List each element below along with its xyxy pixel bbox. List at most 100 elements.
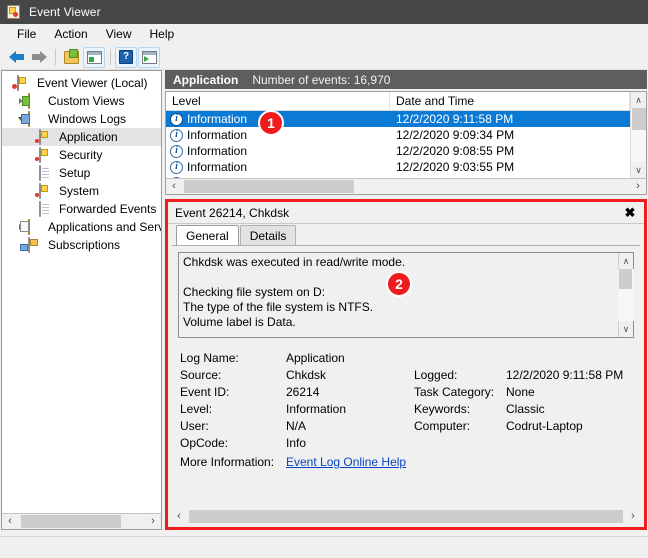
- event-viewer-window: Event Viewer File Action View Help ? Eve…: [0, 0, 648, 558]
- scroll-thumb[interactable]: [21, 515, 121, 528]
- scroll-down-button[interactable]: ∨: [618, 321, 634, 337]
- field-value: Info: [286, 435, 307, 450]
- show-hide-console-tree-icon: [63, 48, 79, 64]
- metadata-row: Event ID: 26214 Task Category: None: [180, 383, 634, 400]
- menu-help[interactable]: Help: [141, 25, 184, 43]
- tree-item-system[interactable]: System: [2, 182, 161, 200]
- menu-bar: File Action View Help: [0, 24, 648, 45]
- field-value-2: Classic: [506, 401, 545, 416]
- field-label-2: Task Category:: [414, 384, 495, 399]
- scroll-thumb[interactable]: [189, 509, 623, 523]
- tab-general[interactable]: General: [176, 225, 239, 245]
- show-hide-preview-pane-button[interactable]: [138, 46, 160, 68]
- toolbar-separator-2: [110, 49, 111, 65]
- field-label: OpCode:: [180, 435, 229, 450]
- tree-item-setup[interactable]: Setup: [2, 164, 161, 182]
- tree-item-label: Applications and Services Lo: [48, 220, 161, 234]
- level-text: Information: [187, 128, 248, 142]
- tree-item-windows-logs[interactable]: Windows Logs: [2, 110, 161, 128]
- description-vertical-scrollbar[interactable]: ∧ ∨: [618, 253, 634, 337]
- scroll-track[interactable]: [182, 179, 630, 194]
- scroll-thumb[interactable]: [184, 180, 354, 193]
- table-row[interactable]: i Information 12/2/2020 9:11:58 PM: [166, 111, 630, 127]
- table-row[interactable]: i Information 12/2/2020 9:03:55 PM: [166, 159, 630, 175]
- scroll-thumb[interactable]: [631, 108, 646, 130]
- event-description-box: Chkdsk was executed in read/write mode. …: [178, 252, 634, 338]
- event-metadata-grid: Log Name: Application Source: Chkdsk Log…: [180, 349, 634, 471]
- event-list-horizontal-scrollbar[interactable]: ‹ ›: [166, 178, 646, 194]
- tree-item-forwarded-events[interactable]: Forwarded Events: [2, 200, 161, 218]
- tree-item-security[interactable]: Security: [2, 146, 161, 164]
- scroll-right-button[interactable]: ›: [625, 508, 641, 524]
- log-lined-icon: [39, 165, 54, 181]
- tree-item-label: Security: [59, 148, 103, 162]
- column-header-level[interactable]: Level: [166, 92, 390, 110]
- forward-button[interactable]: [28, 47, 50, 68]
- tree-item-custom-views[interactable]: Custom Views: [2, 92, 161, 110]
- log-name-label: Application: [173, 72, 239, 87]
- table-row[interactable]: i Information 12/2/2020 9:09:34 PM: [166, 127, 630, 143]
- field-label: Event ID:: [180, 384, 230, 399]
- back-button[interactable]: [5, 47, 27, 68]
- scroll-track[interactable]: [187, 508, 625, 524]
- column-header-date-and-time[interactable]: Date and Time: [390, 92, 630, 110]
- more-information-row: More Information: Event Log Online Help: [180, 453, 634, 471]
- scroll-track[interactable]: [18, 514, 145, 529]
- cell-date-and-time: 12/2/2020 9:03:55 PM: [396, 160, 515, 174]
- field-value: 26214: [286, 384, 320, 399]
- window-title: Event Viewer: [29, 5, 101, 19]
- close-icon[interactable]: ✖: [622, 205, 638, 221]
- scroll-left-button[interactable]: ‹: [2, 514, 18, 529]
- details-horizontal-scrollbar[interactable]: ‹ ›: [171, 508, 641, 524]
- field-label: User:: [180, 418, 209, 433]
- event-log-online-help-link[interactable]: Event Log Online Help: [286, 455, 406, 469]
- tab-details[interactable]: Details: [239, 225, 297, 245]
- field-value-2: 12/2/2020 9:11:58 PM: [506, 367, 624, 382]
- scroll-down-button[interactable]: ∨: [631, 162, 647, 178]
- event-list-header-row: Level Date and Time: [166, 92, 630, 111]
- status-bar: [0, 536, 648, 558]
- menu-action[interactable]: Action: [45, 25, 96, 43]
- cell-date-and-time: 12/2/2020 9:11:58 PM: [396, 112, 514, 126]
- show-hide-action-pane-icon: [86, 50, 102, 64]
- field-label: Log Name:: [180, 350, 239, 365]
- event-details-tabs: General Details: [168, 224, 644, 245]
- menu-view[interactable]: View: [97, 25, 141, 43]
- field-label-2: Keywords:: [414, 401, 471, 416]
- field-value: Information: [286, 401, 347, 416]
- scroll-left-button[interactable]: ‹: [166, 179, 182, 194]
- windows-logs-folder-icon: [28, 111, 43, 127]
- cell-date-and-time: 12/2/2020 9:08:55 PM: [396, 144, 515, 158]
- scroll-up-button[interactable]: ∧: [618, 253, 634, 269]
- menu-file[interactable]: File: [8, 25, 45, 43]
- scroll-right-button[interactable]: ›: [145, 514, 161, 529]
- event-list-vertical-scrollbar[interactable]: ∧ ∨: [630, 92, 646, 178]
- console-tree-pane: Event Viewer (Local) Custom Views Window…: [1, 70, 162, 530]
- field-value: Chkdsk: [286, 367, 327, 382]
- tree-item-application[interactable]: Application: [2, 128, 161, 146]
- callout-badge-1: 1: [258, 110, 284, 136]
- tree-item-applications-and-services-logs[interactable]: Applications and Services Lo: [2, 218, 161, 236]
- applications-services-folder-icon: [28, 219, 43, 235]
- field-label-2: Computer:: [414, 418, 471, 433]
- scroll-track[interactable]: [630, 108, 646, 162]
- help-button[interactable]: ?: [115, 46, 137, 68]
- scroll-left-button[interactable]: ‹: [171, 508, 187, 524]
- event-viewer-icon: [17, 75, 32, 91]
- tree-item-event-viewer-local[interactable]: Event Viewer (Local): [2, 74, 161, 92]
- show-hide-action-pane-button[interactable]: [83, 46, 105, 68]
- scroll-up-button[interactable]: ∧: [631, 92, 647, 108]
- show-hide-console-tree-button[interactable]: [60, 47, 82, 68]
- field-value-2: Codrut-Laptop: [506, 418, 583, 433]
- table-row[interactable]: i Information 12/2/2020 9:08:55 PM: [166, 143, 630, 159]
- level-text: Information: [187, 144, 248, 158]
- toolbar-separator-1: [55, 49, 56, 65]
- toolbar: ?: [0, 45, 648, 70]
- tree-item-label: Application: [59, 130, 118, 144]
- tree-horizontal-scrollbar[interactable]: ‹ ›: [2, 513, 161, 529]
- field-label: Level:: [180, 401, 213, 416]
- scroll-right-button[interactable]: ›: [630, 179, 646, 194]
- tree-item-subscriptions[interactable]: Subscriptions: [2, 236, 161, 254]
- scroll-track[interactable]: [618, 269, 634, 321]
- scroll-thumb[interactable]: [619, 269, 632, 289]
